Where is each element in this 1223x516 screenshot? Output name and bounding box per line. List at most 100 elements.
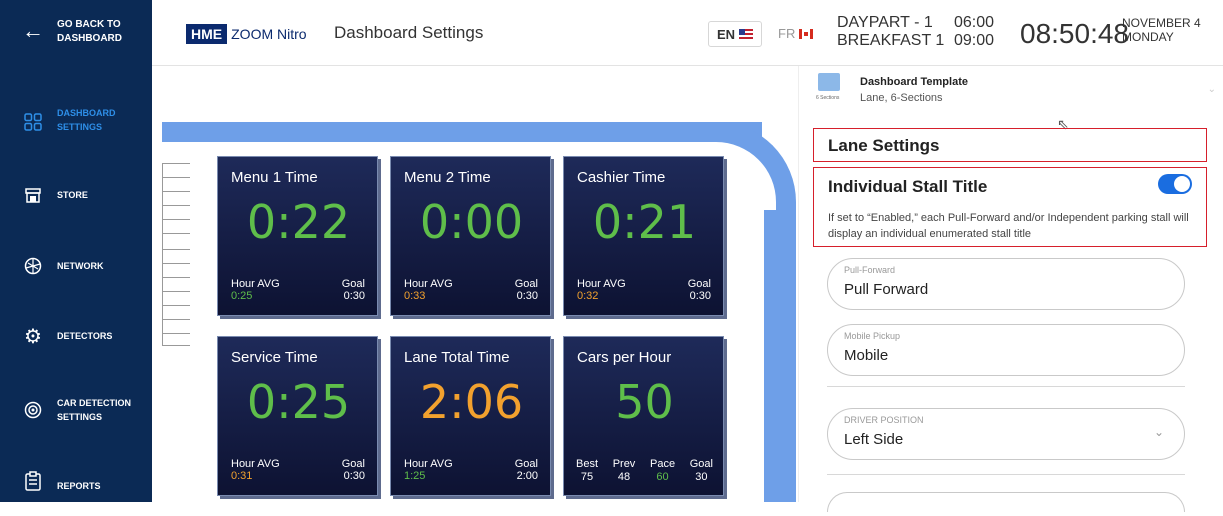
tile-value: 2:06: [419, 375, 524, 429]
goal-value: 0:30: [516, 290, 538, 302]
tile-hour-avg: Hour AVG 0:25: [231, 278, 280, 302]
tile-stats: Best 75 Prev 48 Pace 60 Goal 30: [576, 458, 713, 484]
clipboard-icon: [22, 470, 44, 492]
divider: [827, 474, 1185, 475]
tile-goal: Goal 0:30: [342, 458, 365, 482]
network-icon: [22, 255, 44, 277]
field-label: DRIVER POSITION: [844, 415, 924, 425]
goal-value: 0:30: [343, 290, 365, 302]
tile-cars-per-hour[interactable]: Cars per Hour 50 Best 75 Prev 48 Pace 60 Go…: [563, 336, 724, 496]
template-thumbnail-caption: 6 Sections: [816, 95, 840, 101]
stat-goal: Goal 30: [690, 458, 713, 484]
tick: [162, 177, 190, 178]
sidebar-item-car-detection-settings[interactable]: CAR DETECTION SETTINGS: [0, 396, 152, 442]
tick: [162, 249, 190, 250]
pull-forward-field[interactable]: Pull-Forward Pull Forward: [827, 258, 1185, 310]
car-detection-icon: [22, 399, 44, 421]
stall-title-toggle[interactable]: [1158, 174, 1192, 194]
back-arrow-icon: ←: [22, 18, 44, 43]
stat-label: Best: [576, 458, 599, 470]
avg-label: Hour AVG: [404, 278, 453, 290]
tile-title: Menu 2 Time: [404, 169, 491, 186]
tick: [162, 219, 190, 220]
tile-goal: Goal 2:00: [515, 458, 538, 482]
sidebar-item-network[interactable]: NETWORK: [0, 253, 152, 299]
avg-value: 0:25: [231, 290, 253, 302]
tick: [162, 191, 190, 192]
tile-value: 0:25: [246, 375, 351, 429]
language-en-button[interactable]: EN: [708, 21, 762, 47]
dashboard-grid-icon: [22, 111, 44, 133]
sidebar-item-dashboard-settings[interactable]: DASHBOARD SETTINGS: [0, 106, 152, 152]
tile-value: 0:22: [246, 195, 351, 249]
tick: [162, 263, 190, 264]
setting-description: If set to “Enabled,” each Pull-Forward a…: [828, 212, 1189, 240]
chevron-down-icon: ⌄: [1153, 425, 1164, 439]
avg-value: 1:25: [404, 470, 426, 482]
store-icon: [22, 184, 44, 206]
sidebar-item-store[interactable]: STORE: [0, 182, 152, 228]
avg-value: 0:32: [577, 290, 599, 302]
go-back-label: GO BACK TO DASHBOARD: [57, 19, 122, 44]
daypart-label: DAYPART - 1: [837, 14, 933, 31]
tile-goal: Goal 0:30: [688, 278, 711, 302]
goal-value: 2:00: [516, 470, 538, 482]
field-label: Mobile Pickup: [844, 331, 901, 341]
goal-label: Goal: [514, 458, 538, 470]
tile-lane-total-time[interactable]: Lane Total Time 2:06 Hour AVG 1:25 Goal 2:…: [390, 336, 551, 496]
tile-value: 50: [615, 375, 674, 429]
tile-service-time[interactable]: Service Time 0:25 Hour AVG 0:31 Goal 0:30: [217, 336, 378, 496]
language-fr-button[interactable]: FR: [778, 26, 814, 41]
sidebar: ← GO BACK TO DASHBOARD DASHBOARD SETTING…: [0, 0, 152, 502]
tile-cashier-time[interactable]: Cashier Time 0:21 Hour AVG 0:32 Goal 0:30: [563, 156, 724, 316]
section-title: Lane Settings: [828, 136, 940, 155]
sidebar-item-reports[interactable]: REPORTS: [0, 470, 152, 516]
next-field[interactable]: [827, 492, 1185, 512]
stat-label: Prev: [612, 458, 636, 470]
goal-label: Goal: [687, 278, 711, 290]
go-back-button[interactable]: ← GO BACK TO DASHBOARD: [0, 0, 152, 66]
daypart-info: DAYPART - 1 BREAKFAST 1: [837, 14, 944, 50]
tick: [162, 291, 190, 292]
page-title: Dashboard Settings: [334, 23, 484, 42]
individual-stall-title-setting: Individual Stall Title If set to “Enable…: [813, 167, 1207, 247]
stat-value: 75: [580, 471, 594, 483]
lane-track: [162, 122, 762, 142]
tile-title: Service Time: [231, 349, 318, 366]
stat-label: Pace: [649, 458, 676, 470]
gear-icon: ⚙: [24, 325, 42, 348]
field-value: Pull Forward: [844, 281, 929, 298]
stat-value: 30: [695, 471, 708, 483]
tile-title: Cars per Hour: [577, 349, 672, 366]
tile-goal: Goal 0:30: [342, 278, 365, 302]
stat-value: 60: [656, 471, 669, 483]
daypart-start: 06:00: [954, 14, 995, 31]
stat-value: 48: [617, 471, 631, 483]
weekday-line: MONDAY: [1122, 30, 1174, 44]
tick: [162, 277, 190, 278]
tick: [162, 345, 190, 346]
tick: [162, 205, 190, 206]
canada-flag-icon: [799, 28, 814, 39]
top-header: HME ZOOM Nitro Dashboard Settings EN FR …: [152, 0, 1223, 66]
goal-label: Goal: [341, 458, 365, 470]
tile-hour-avg: Hour AVG 1:25: [404, 458, 453, 482]
driver-position-select[interactable]: DRIVER POSITION Left Side ⌄: [827, 408, 1185, 460]
lang-en-label: EN: [716, 26, 736, 42]
tile-title: Menu 1 Time: [231, 169, 318, 186]
tile-menu2-time[interactable]: Menu 2 Time 0:00 Hour AVG 0:33 Goal 0:30: [390, 156, 551, 316]
goal-value: 0:30: [689, 290, 711, 302]
lane-track-vertical: [764, 210, 796, 502]
hme-zoom-logo: HME ZOOM Nitro: [186, 24, 307, 44]
logo-zoom-text: ZOOM Nitro: [231, 26, 307, 42]
date-line: NOVEMBER 4: [1122, 16, 1201, 30]
mobile-pickup-field[interactable]: Mobile Pickup Mobile: [827, 324, 1185, 376]
tile-menu1-time[interactable]: Menu 1 Time 0:22 Hour AVG 0:25 Goal 0:30: [217, 156, 378, 316]
sidebar-item-detectors[interactable]: ⚙ DETECTORS: [0, 323, 152, 369]
chevron-down-icon: ⌄: [1207, 84, 1216, 95]
tile-title: Cashier Time: [577, 169, 666, 186]
sidebar-item-label: NETWORK: [57, 261, 104, 271]
daypart-name: BREAKFAST 1: [837, 32, 945, 49]
tile-hour-avg: Hour AVG 0:32: [577, 278, 626, 302]
stat-prev: Prev 48: [613, 458, 636, 484]
